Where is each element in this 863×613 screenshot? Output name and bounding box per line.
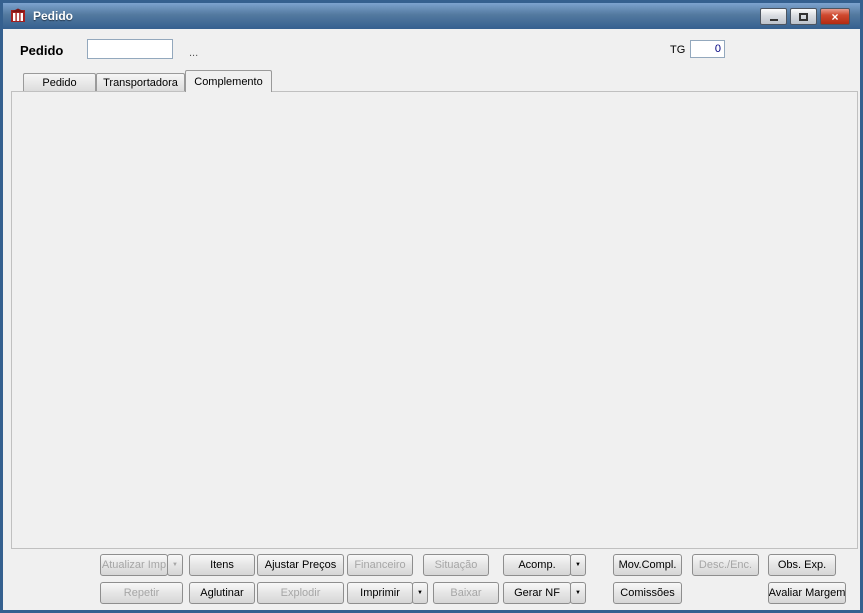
obs-exp-button[interactable]: Obs. Exp.	[768, 554, 836, 576]
gerar-nf-button[interactable]: Gerar NF	[503, 582, 571, 604]
ajustar-precos-button[interactable]: Ajustar Preços	[257, 554, 344, 576]
mov-compl-button[interactable]: Mov.Compl.	[613, 554, 682, 576]
tab-complemento[interactable]: Complemento	[185, 70, 272, 92]
atualizar-imp-dropdown: ▼	[167, 554, 183, 576]
minimize-icon	[769, 19, 778, 21]
minimize-button[interactable]	[760, 8, 787, 25]
tab-panel	[11, 91, 858, 549]
pedido-window: Pedido × Pedido ... TG Pedido Transporta…	[0, 0, 863, 613]
imprimir-dropdown[interactable]: ▼	[412, 582, 428, 604]
tg-label: TG	[670, 44, 686, 56]
maximize-button[interactable]	[790, 8, 817, 25]
acomp-dropdown[interactable]: ▼	[570, 554, 586, 576]
tg-input[interactable]	[690, 40, 725, 58]
explodir-button: Explodir	[257, 582, 344, 604]
window-title: Pedido	[33, 9, 74, 23]
gerar-nf-dropdown[interactable]: ▼	[570, 582, 586, 604]
imprimir-button[interactable]: Imprimir	[347, 582, 413, 604]
pedido-lookup-button[interactable]: ...	[189, 47, 198, 59]
itens-button[interactable]: Itens	[189, 554, 255, 576]
titlebar: Pedido	[3, 3, 860, 29]
tab-transportadora-label: Transportadora	[103, 76, 178, 89]
avaliar-margem-button[interactable]: Avaliar Margem	[768, 582, 846, 604]
tab-pedido[interactable]: Pedido	[23, 73, 96, 91]
tab-pedido-label: Pedido	[42, 76, 77, 89]
tab-complemento-label: Complemento	[194, 75, 263, 88]
acomp-button[interactable]: Acomp.	[503, 554, 571, 576]
baixar-button: Baixar	[433, 582, 499, 604]
tab-transportadora[interactable]: Transportadora	[96, 73, 185, 91]
atualizar-imp-button: Atualizar Imp	[100, 554, 168, 576]
desc-enc-button: Desc./Enc.	[692, 554, 759, 576]
close-button[interactable]: ×	[820, 8, 850, 25]
situacao-button: Situação	[423, 554, 489, 576]
pedido-field-label: Pedido	[20, 43, 64, 58]
repetir-button: Repetir	[100, 582, 183, 604]
aglutinar-button[interactable]: Aglutinar	[189, 582, 255, 604]
close-icon: ×	[831, 9, 839, 24]
app-icon	[10, 8, 26, 24]
comissoes-button[interactable]: Comissões	[613, 582, 682, 604]
financeiro-button: Financeiro	[347, 554, 413, 576]
maximize-icon	[799, 12, 808, 21]
pedido-number-input[interactable]	[87, 39, 173, 59]
